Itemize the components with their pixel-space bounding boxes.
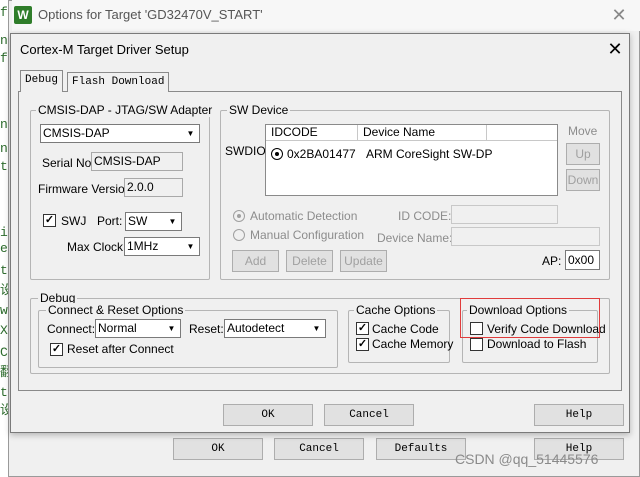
auto-detect-radio[interactable] bbox=[233, 210, 245, 222]
inner-ok-button[interactable]: OK bbox=[223, 404, 313, 426]
inner-cancel-button[interactable]: Cancel bbox=[324, 404, 414, 426]
id-code-label: ID CODE: bbox=[398, 209, 452, 223]
reset-label: Reset: bbox=[189, 322, 224, 336]
move-label: Move bbox=[568, 124, 598, 138]
outer-ok-button[interactable]: OK bbox=[173, 438, 263, 460]
sw-device-group-label: SW Device bbox=[227, 103, 291, 117]
connect-select[interactable]: Normal ▼ bbox=[95, 319, 181, 338]
port-label: Port: bbox=[97, 214, 123, 228]
device-list[interactable]: IDCODE Device Name 0x2BA01477 ARM CoreSi… bbox=[265, 124, 558, 196]
add-button[interactable]: Add bbox=[232, 250, 279, 272]
id-code-field[interactable] bbox=[451, 205, 558, 224]
inner-close-icon[interactable]: ✕ bbox=[603, 37, 627, 61]
manual-config-radio[interactable] bbox=[233, 229, 245, 241]
inner-help-button[interactable]: Help bbox=[534, 404, 624, 426]
port-select-value: SW bbox=[128, 214, 148, 228]
cache-code-checkbox[interactable]: ✓ bbox=[356, 322, 369, 335]
column-header-idcode[interactable]: IDCODE bbox=[266, 125, 358, 141]
ap-field[interactable]: 0x00 bbox=[565, 250, 600, 270]
cache-memory-checkbox[interactable]: ✓ bbox=[356, 338, 369, 351]
column-header-filler bbox=[487, 125, 557, 141]
max-clock-select[interactable]: 1MHz ▼ bbox=[124, 237, 200, 256]
cache-code-label: Cache Code bbox=[372, 322, 439, 336]
manual-config-label: Manual Configuration bbox=[250, 228, 365, 242]
table-row[interactable]: 0x2BA01477 ARM CoreSight SW-DP bbox=[270, 147, 550, 163]
cache-memory-label: Cache Memory bbox=[372, 337, 454, 351]
cache-options-group-label: Cache Options bbox=[354, 303, 438, 317]
device-name-field[interactable] bbox=[451, 227, 600, 246]
update-button[interactable]: Update bbox=[340, 250, 387, 272]
red-highlight-box bbox=[460, 298, 600, 338]
column-header-device-name[interactable]: Device Name bbox=[358, 125, 487, 141]
serial-no-field: CMSIS-DAP bbox=[91, 152, 183, 171]
download-to-flash-checkbox[interactable] bbox=[470, 338, 483, 351]
reset-select-value: Autodetect bbox=[227, 321, 285, 335]
outer-defaults-button[interactable]: Defaults bbox=[376, 438, 466, 460]
adapter-select-value: CMSIS-DAP bbox=[43, 126, 110, 140]
swj-checkbox[interactable]: ✓ bbox=[43, 214, 56, 227]
max-clock-label: Max Clock: bbox=[67, 240, 127, 254]
row-device-name: ARM CoreSight SW-DP bbox=[366, 147, 493, 161]
device-name-label: Device Name: bbox=[377, 231, 453, 245]
reset-after-connect-checkbox[interactable]: ✓ bbox=[50, 343, 63, 356]
combo-arrow-icon: ▼ bbox=[312, 324, 321, 333]
port-select[interactable]: SW ▼ bbox=[125, 212, 182, 231]
selected-radio-icon bbox=[271, 148, 283, 160]
watermark-text: CSDN @qq_51445576 bbox=[455, 451, 599, 467]
tab-debug[interactable]: Debug bbox=[20, 70, 64, 92]
outer-close-icon[interactable]: ✕ bbox=[608, 4, 630, 26]
outer-cancel-button[interactable]: Cancel bbox=[274, 438, 364, 460]
ap-label: AP: bbox=[542, 254, 562, 268]
reset-after-connect-label: Reset after Connect bbox=[67, 342, 174, 356]
reset-select[interactable]: Autodetect ▼ bbox=[224, 319, 326, 338]
combo-arrow-icon: ▼ bbox=[168, 217, 177, 226]
serial-no-label: Serial No: bbox=[42, 156, 95, 170]
tab-flash-download[interactable]: Flash Download bbox=[67, 72, 170, 92]
keil-app-icon: W bbox=[14, 6, 32, 24]
combo-arrow-icon: ▼ bbox=[186, 129, 195, 138]
max-clock-value: 1MHz bbox=[127, 239, 159, 253]
outer-window-title: Options for Target 'GD32470V_START' bbox=[38, 7, 263, 22]
inner-window-title: Cortex-M Target Driver Setup bbox=[20, 42, 189, 57]
connect-label: Connect: bbox=[47, 322, 96, 336]
combo-arrow-icon: ▼ bbox=[167, 324, 176, 333]
adapter-select[interactable]: CMSIS-DAP ▼ bbox=[40, 124, 200, 143]
auto-detect-label: Automatic Detection bbox=[250, 209, 358, 223]
combo-arrow-icon: ▼ bbox=[186, 242, 195, 251]
move-down-button[interactable]: Down bbox=[566, 169, 600, 191]
firmware-version-field: 2.0.0 bbox=[124, 178, 183, 197]
row-idcode: 0x2BA01477 bbox=[287, 147, 356, 161]
swj-label: SWJ bbox=[61, 214, 87, 228]
download-to-flash-label: Download to Flash bbox=[487, 337, 587, 351]
firmware-version-label: Firmware Version: bbox=[38, 182, 135, 196]
move-up-button[interactable]: Up bbox=[566, 143, 600, 165]
connect-select-value: Normal bbox=[98, 321, 137, 335]
adapter-group-label: CMSIS-DAP - JTAG/SW Adapter bbox=[36, 103, 215, 117]
radio-dot bbox=[275, 152, 279, 156]
delete-button[interactable]: Delete bbox=[286, 250, 333, 272]
swdio-label: SWDIO bbox=[225, 144, 266, 158]
connect-reset-group-label: Connect & Reset Options bbox=[46, 303, 186, 317]
